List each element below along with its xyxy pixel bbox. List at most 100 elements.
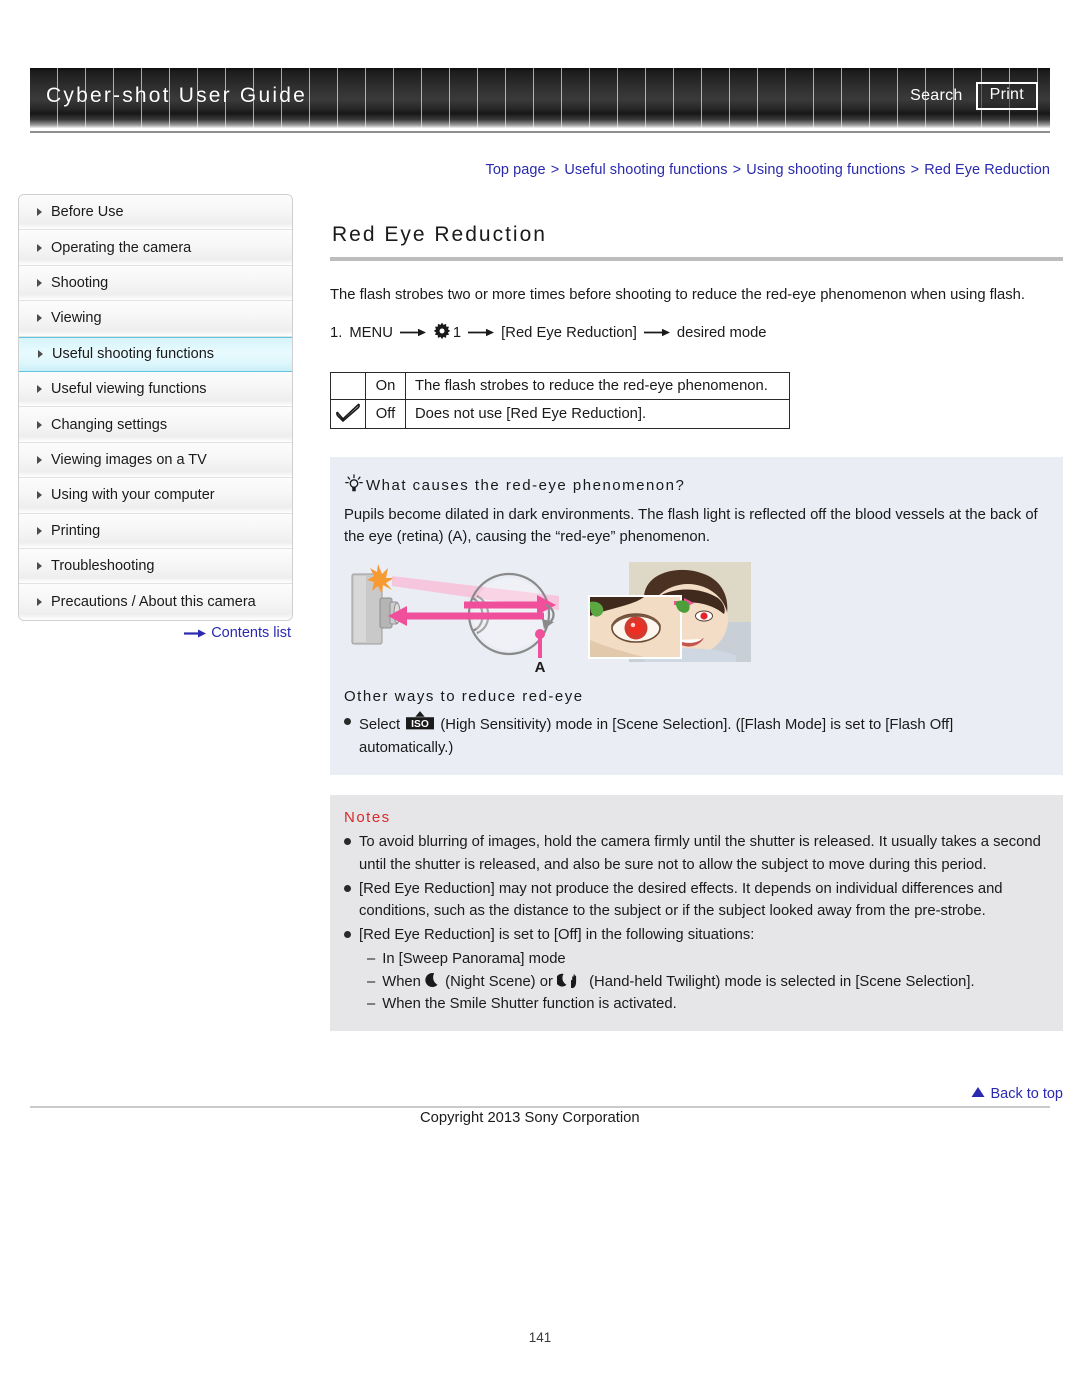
- sidebar-item-operating-the-camera[interactable]: Operating the camera: [19, 230, 292, 266]
- table-row: Off Does not use [Red Eye Reduction].: [330, 398, 790, 429]
- handheld-twilight-icon: [555, 973, 589, 990]
- note-sub-pre: When: [382, 973, 421, 990]
- back-to-top-link[interactable]: Back to top: [330, 1085, 1063, 1103]
- sidebar-item-precautions-about-this-camera[interactable]: Precautions / About this camera: [19, 584, 292, 620]
- sidebar-item-viewing[interactable]: Viewing: [19, 301, 292, 337]
- other-ways-post: (High Sensitivity) mode in [Scene Select…: [359, 717, 954, 757]
- sidebar-item-label: Useful viewing functions: [51, 381, 207, 398]
- note-sub-text: In [Sweep Panorama] mode: [382, 951, 566, 968]
- sidebar-item-label: Precautions / About this camera: [51, 593, 256, 610]
- note-sub-text: When (Night Scene) or (Hand-held Twiligh…: [382, 971, 975, 993]
- note-sub-text: When the Smile Shutter function is activ…: [382, 995, 677, 1012]
- step-number: 1.: [330, 324, 343, 341]
- step-result-label: desired mode: [676, 324, 767, 341]
- breadcrumb-item-3[interactable]: Red Eye Reduction: [924, 162, 1050, 178]
- chevron-right-icon: [37, 420, 42, 429]
- site-header: Cyber-shot User Guide Search Print: [30, 68, 1050, 128]
- sidebar-item-label: Viewing images on a TV: [51, 451, 207, 468]
- arrow-right-icon: [399, 327, 426, 338]
- gear-icon: [433, 322, 451, 344]
- hint-heading-row: What causes the red-eye phenomenon?: [344, 473, 1049, 498]
- breadcrumb-separator: >: [732, 162, 742, 178]
- print-button[interactable]: Print: [975, 82, 1038, 110]
- options-table: On The flash strobes to reduce the red-e…: [330, 371, 790, 429]
- red-eye-illustration: A: [344, 558, 1049, 676]
- hint-heading: What causes the red-eye phenomenon?: [366, 477, 686, 495]
- illustration-label-a: A: [535, 659, 546, 674]
- bullet-icon: [344, 838, 351, 846]
- chevron-right-icon: [37, 385, 42, 394]
- sidebar-item-printing[interactable]: Printing: [19, 513, 292, 549]
- notes-panel: Notes To avoid blurring of images, hold …: [330, 795, 1063, 1031]
- sidebar-item-label: Changing settings: [51, 416, 168, 433]
- bullet-icon: [344, 718, 351, 726]
- chevron-right-icon: [37, 243, 42, 252]
- breadcrumb-item-0[interactable]: Top page: [486, 162, 546, 178]
- contents-list-link[interactable]: Contents list: [18, 625, 293, 641]
- dash-icon: –: [367, 973, 376, 990]
- other-ways-heading: Other ways to reduce red-eye: [344, 688, 584, 706]
- sidebar-item-useful-shooting-functions[interactable]: Useful shooting functions: [19, 336, 292, 372]
- other-ways-bullet: Select ISO (High Sensitivity) mode in [S…: [344, 711, 1049, 759]
- breadcrumb-item-2[interactable]: Using shooting functions: [746, 162, 905, 178]
- arrow-right-icon: [184, 628, 207, 639]
- arrow-right-icon: [643, 327, 670, 338]
- sidebar-item-label: Shooting: [51, 274, 109, 291]
- svg-text:ISO: ISO: [411, 719, 429, 730]
- chevron-right-icon: [37, 314, 42, 323]
- footer-divider: [30, 1106, 1050, 1108]
- contents-list-label: Contents list: [211, 625, 291, 641]
- page-title: Red Eye Reduction: [332, 223, 547, 246]
- chevron-right-icon: [37, 491, 42, 500]
- dash-icon: –: [367, 995, 376, 1012]
- note-item: [Red Eye Reduction] may not produce the …: [344, 878, 1049, 922]
- title-divider: [330, 257, 1063, 262]
- triangle-up-icon: [971, 1085, 985, 1103]
- hint-panel: What causes the red-eye phenomenon? Pupi…: [330, 456, 1063, 776]
- hint-body: Pupils become dilated in dark environmen…: [344, 506, 1038, 545]
- site-title: Cyber-shot User Guide: [46, 84, 307, 107]
- option-description: Does not use [Red Eye Reduction].: [405, 398, 790, 429]
- other-ways-pre: Select: [359, 717, 401, 734]
- main-content: Red Eye Reduction The flash strobes two …: [330, 222, 1063, 1031]
- sidebar-item-label: Viewing: [51, 310, 102, 327]
- checkmark-icon: [335, 403, 361, 426]
- menu-tab-number: 1: [452, 324, 462, 341]
- sidebar-item-useful-viewing-functions[interactable]: Useful viewing functions: [19, 371, 292, 408]
- illustration-svg: A: [351, 562, 751, 676]
- bullet-icon: [344, 931, 351, 939]
- sidebar-item-changing-settings[interactable]: Changing settings: [19, 407, 292, 443]
- sidebar-item-label: Troubleshooting: [51, 558, 155, 575]
- back-to-top-label: Back to top: [990, 1086, 1063, 1102]
- sidebar-item-viewing-images-on-a-tv[interactable]: Viewing images on a TV: [19, 442, 292, 479]
- breadcrumb-item-1[interactable]: Useful shooting functions: [564, 162, 727, 178]
- iso-icon: ISO: [406, 711, 435, 737]
- page-root: Cyber-shot User Guide Search Print Top p…: [0, 0, 1080, 1397]
- chevron-right-icon: [37, 597, 42, 606]
- note-sub-item: – In [Sweep Panorama] mode: [367, 948, 1049, 970]
- breadcrumb-separator: >: [550, 162, 560, 178]
- note-sub-item: – When the Smile Shutter function is act…: [367, 993, 1049, 1015]
- sidebar-item-using-with-your-computer[interactable]: Using with your computer: [19, 478, 292, 514]
- sidebar-item-before-use[interactable]: Before Use: [19, 195, 292, 231]
- search-link[interactable]: Search: [910, 87, 963, 105]
- step-setting-label: [Red Eye Reduction]: [501, 324, 637, 341]
- arrow-right-icon: [468, 327, 495, 338]
- breadcrumb-separator: >: [910, 162, 920, 178]
- note-text: [Red Eye Reduction] may not produce the …: [359, 880, 1003, 919]
- breadcrumb: Top page > Useful shooting functions > U…: [330, 162, 1050, 178]
- copyright-text: Copyright 2013 Sony Corporation: [420, 1110, 640, 1126]
- sidebar-item-label: Using with your computer: [51, 487, 215, 504]
- option-description: The flash strobes to reduce the red-eye …: [405, 371, 790, 400]
- chevron-right-icon: [37, 455, 42, 464]
- default-marker-cell: [330, 371, 366, 400]
- note-sub-post2: (Hand-held Twilight) mode is selected in…: [589, 973, 975, 990]
- header-divider: [30, 131, 1050, 133]
- chevron-right-icon: [37, 562, 42, 571]
- chevron-right-icon: [37, 208, 42, 217]
- chevron-right-icon: [38, 350, 43, 359]
- note-item: To avoid blurring of images, hold the ca…: [344, 831, 1049, 875]
- procedure-step-1: 1. MENU 1 [Red Eye Reduction] desired mo…: [330, 322, 1063, 344]
- sidebar-item-troubleshooting[interactable]: Troubleshooting: [19, 548, 292, 585]
- sidebar-item-shooting[interactable]: Shooting: [19, 265, 292, 302]
